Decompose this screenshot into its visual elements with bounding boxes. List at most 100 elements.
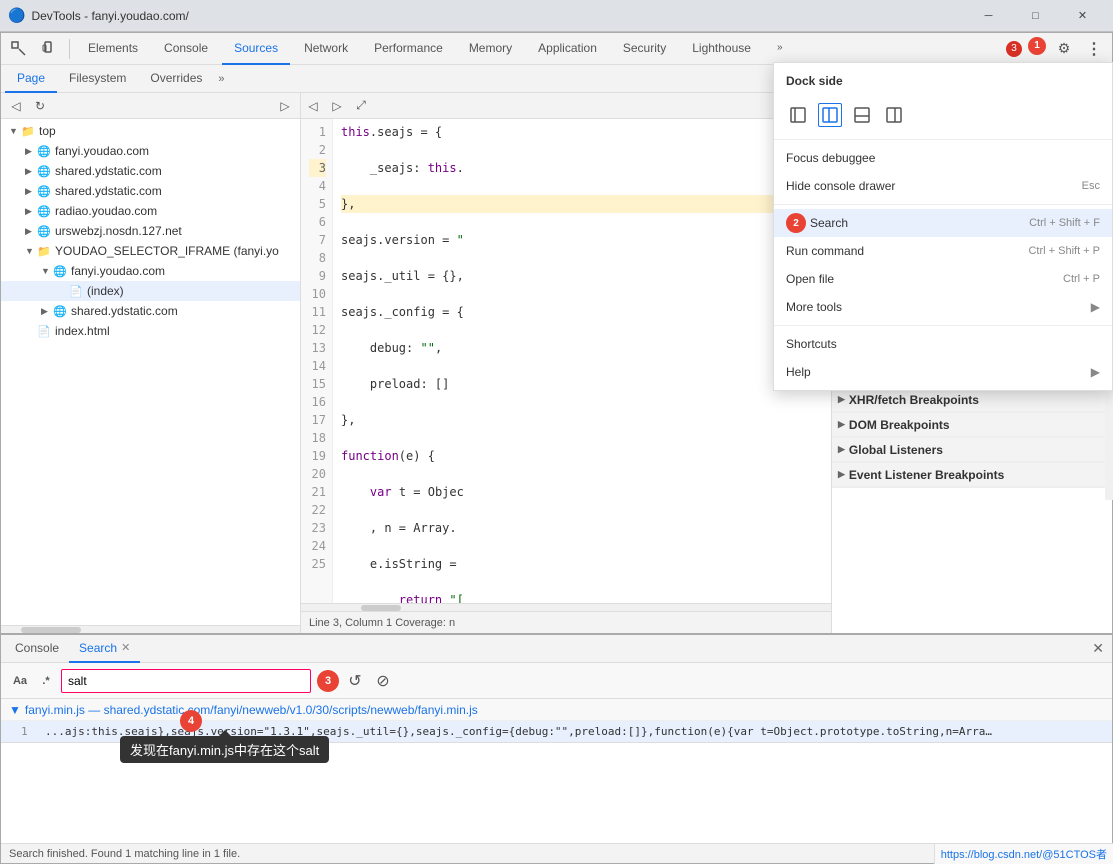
titlebar: 🔵 DevTools - fanyi.youdao.com/ ─ □ ✕ bbox=[0, 0, 1113, 32]
close-button[interactable]: ✕ bbox=[1060, 1, 1105, 31]
code-status-bar: Line 3, Column 1 Coverage: n bbox=[301, 611, 831, 633]
tree-item-iframe-fanyi[interactable]: ▼ 🌐 fanyi.youdao.com bbox=[1, 261, 300, 281]
bottom-tab-console[interactable]: Console bbox=[5, 635, 69, 663]
shortcuts-item[interactable]: Shortcuts bbox=[774, 330, 1112, 358]
refresh-search-button[interactable]: ↺ bbox=[343, 669, 367, 693]
sources-tab-more[interactable]: » bbox=[214, 73, 228, 85]
dock-undock-button[interactable] bbox=[786, 103, 810, 127]
device-toggle-button[interactable] bbox=[35, 35, 63, 63]
window-controls[interactable]: ─ □ ✕ bbox=[966, 1, 1105, 31]
dock-bottom-button[interactable] bbox=[850, 103, 874, 127]
tree-item-urswebzj[interactable]: ▶ 🌐 urswebzj.nosdn.127.net bbox=[1, 221, 300, 241]
tree-item-fanyi[interactable]: ▶ 🌐 fanyi.youdao.com bbox=[1, 141, 300, 161]
code-hscrollbar[interactable] bbox=[301, 603, 831, 611]
file-tree: ▼ 📁 top ▶ 🌐 fanyi.youdao.com ▶ 🌐 sh bbox=[1, 119, 300, 625]
hide-console-drawer-item[interactable]: Hide console drawer Esc bbox=[774, 172, 1112, 200]
file-tree-panel: ◁ ↻ ▷ ▼ 📁 top ▶ 🌐 fany bbox=[1, 93, 301, 633]
minimize-button[interactable]: ─ bbox=[966, 1, 1011, 31]
search-input[interactable] bbox=[61, 669, 311, 693]
search-tab-close[interactable]: ✕ bbox=[121, 641, 130, 654]
global-header[interactable]: ▶ Global Listeners bbox=[832, 438, 1112, 462]
dropdown-menu: Dock side bbox=[773, 62, 1113, 391]
dropdown-section-3: 2 Search Ctrl + Shift + F Run command Ct… bbox=[774, 205, 1112, 326]
error-badge: 3 bbox=[1006, 41, 1022, 57]
dom-header[interactable]: ▶ DOM Breakpoints bbox=[832, 413, 1112, 437]
file-arrow: ▼ bbox=[9, 703, 21, 717]
code-tabs: ◁ ▷ ⤢ bbox=[301, 93, 831, 119]
event-header[interactable]: ▶ Event Listener Breakpoints bbox=[832, 463, 1112, 487]
bottom-tab-search[interactable]: Search ✕ bbox=[69, 635, 140, 663]
collapse-all-button[interactable]: ◁ bbox=[5, 95, 27, 117]
tree-item-indexhtml[interactable]: ▶ 📄 index.html bbox=[1, 321, 300, 341]
search-file-header[interactable]: ▼ fanyi.min.js — shared.ydstatic.com/fan… bbox=[1, 699, 1112, 721]
use-regex-button[interactable]: .* bbox=[35, 670, 57, 692]
maximize-code-button[interactable]: ⤢ bbox=[349, 94, 373, 118]
tab-elements[interactable]: Elements bbox=[76, 33, 150, 65]
tab-security[interactable]: Security bbox=[611, 33, 678, 65]
code-status-text: Line 3, Column 1 Coverage: n bbox=[309, 617, 455, 629]
bottom-tabs: Console Search ✕ ✕ bbox=[1, 635, 1112, 663]
code-content: this.seajs = { _seajs: this. }, seajs.ve… bbox=[333, 119, 831, 603]
tab-application[interactable]: Application bbox=[526, 33, 609, 65]
tree-item-radiao[interactable]: ▶ 🌐 radiao.youdao.com bbox=[1, 201, 300, 221]
file-tree-scrollbar[interactable] bbox=[1, 625, 300, 633]
tab-more-button[interactable]: » bbox=[765, 33, 795, 65]
maximize-button[interactable]: □ bbox=[1013, 1, 1058, 31]
status-text: Search finished. Found 1 matching line i… bbox=[9, 848, 240, 860]
dropdown-section-4: Shortcuts Help ▶ bbox=[774, 326, 1112, 390]
event-section: ▶ Event Listener Breakpoints bbox=[832, 463, 1112, 488]
bottom-close-button[interactable]: ✕ bbox=[1088, 640, 1108, 657]
tree-item-shared2[interactable]: ▶ 🌐 shared.ydstatic.com bbox=[1, 181, 300, 201]
search-menu-item[interactable]: 2 Search Ctrl + Shift + F bbox=[774, 209, 1112, 237]
annotation-badge-4: 4 bbox=[180, 710, 202, 732]
toolbar-divider-1 bbox=[69, 39, 70, 59]
match-case-button[interactable]: Aa bbox=[9, 670, 31, 692]
code-panel: ◁ ▷ ⤢ 123 45678 910111213 1415161718 192… bbox=[301, 93, 832, 633]
dock-right-button[interactable] bbox=[882, 103, 906, 127]
open-file-item[interactable]: Open file Ctrl + P bbox=[774, 265, 1112, 293]
xhr-section: ▶ XHR/fetch Breakpoints bbox=[832, 388, 1112, 413]
sources-tab-filesystem[interactable]: Filesystem bbox=[57, 65, 138, 93]
clear-search-button[interactable]: ⊘ bbox=[371, 669, 395, 693]
run-command-item[interactable]: Run command Ctrl + Shift + P bbox=[774, 237, 1112, 265]
tree-item-index[interactable]: ▶ 📄 (index) bbox=[1, 281, 300, 301]
tab-memory[interactable]: Memory bbox=[457, 33, 524, 65]
code-editor[interactable]: 123 45678 910111213 1415161718 192021222… bbox=[301, 119, 831, 603]
more-tools-item[interactable]: More tools ▶ bbox=[774, 293, 1112, 321]
search-toolbar: Aa .* 3 ↺ ⊘ bbox=[1, 663, 1112, 699]
tab-lighthouse[interactable]: Lighthouse bbox=[680, 33, 763, 65]
annotation-badge-1: 1 bbox=[1028, 37, 1046, 55]
dock-side-label: Dock side bbox=[774, 67, 1112, 95]
settings-button[interactable]: ⚙ bbox=[1050, 35, 1078, 63]
titlebar-title: DevTools - fanyi.youdao.com/ bbox=[31, 9, 966, 23]
tab-performance[interactable]: Performance bbox=[362, 33, 455, 65]
tree-item-top[interactable]: ▼ 📁 top bbox=[1, 121, 300, 141]
tab-network[interactable]: Network bbox=[292, 33, 360, 65]
focus-debuggee-item[interactable]: Focus debuggee bbox=[774, 144, 1112, 172]
search-file-path: fanyi.min.js — shared.ydstatic.com/fanyi… bbox=[25, 703, 478, 717]
more-menu-button[interactable]: ⋮ bbox=[1080, 35, 1108, 63]
chrome-icon: 🔵 bbox=[8, 7, 25, 24]
sources-tab-page[interactable]: Page bbox=[5, 65, 57, 93]
annotation-badge-2: 2 bbox=[786, 213, 806, 233]
annotation-badge-3: 3 bbox=[317, 670, 339, 692]
expand-code-button[interactable]: ▷ bbox=[325, 94, 349, 118]
tree-item-shared1[interactable]: ▶ 🌐 shared.ydstatic.com bbox=[1, 161, 300, 181]
dropdown-section-2: Focus debuggee Hide console drawer Esc bbox=[774, 140, 1112, 205]
tab-console[interactable]: Console bbox=[152, 33, 220, 65]
dock-left-button[interactable] bbox=[818, 103, 842, 127]
new-snippet-button[interactable]: ▷ bbox=[274, 95, 296, 117]
tree-item-iframe-shared[interactable]: ▶ 🌐 shared.ydstatic.com bbox=[1, 301, 300, 321]
tree-item-iframe[interactable]: ▼ 📁 YOUDAO_SELECTOR_IFRAME (fanyi.yo bbox=[1, 241, 300, 261]
inspect-element-button[interactable] bbox=[5, 35, 33, 63]
tab-sources[interactable]: Sources bbox=[222, 33, 290, 65]
dock-side-section: Dock side bbox=[774, 63, 1112, 140]
sync-button[interactable]: ↻ bbox=[29, 95, 51, 117]
xhr-header[interactable]: ▶ XHR/fetch Breakpoints bbox=[832, 388, 1112, 412]
search-results: ▼ fanyi.min.js — shared.ydstatic.com/fan… bbox=[1, 699, 1112, 843]
collapse-code-button[interactable]: ◁ bbox=[301, 94, 325, 118]
help-item[interactable]: Help ▶ bbox=[774, 358, 1112, 386]
sources-tab-overrides[interactable]: Overrides bbox=[138, 65, 214, 93]
url-hint: https://blog.csdn.net/@51CTOS者 bbox=[934, 843, 1113, 864]
result-line-number: 1 bbox=[21, 725, 37, 738]
